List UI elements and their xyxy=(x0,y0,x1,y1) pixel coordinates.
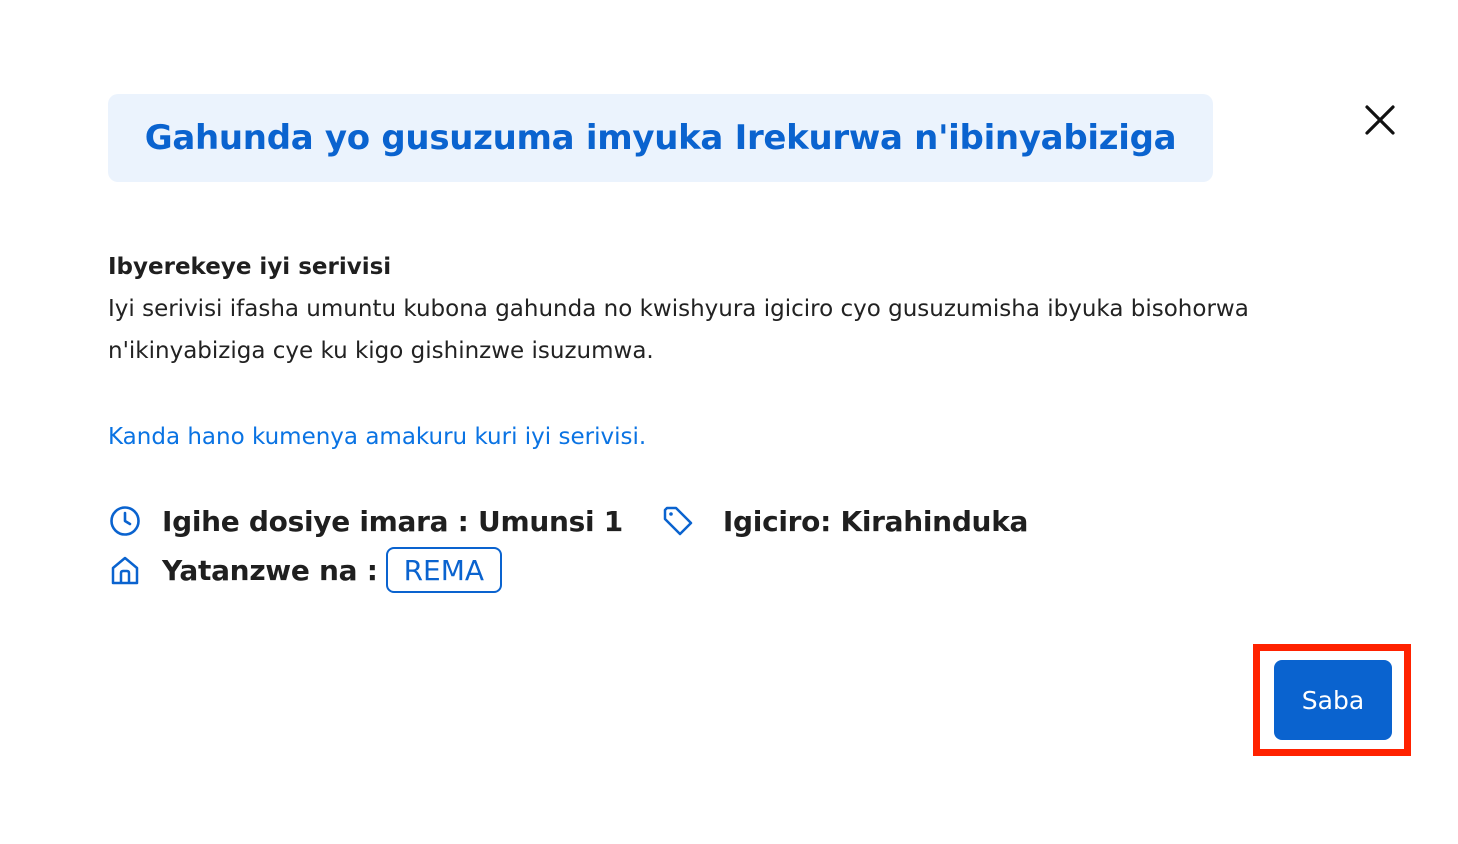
building-icon xyxy=(108,553,142,587)
agency-badge[interactable]: REMA xyxy=(385,547,503,593)
price-text: Igiciro: Kirahinduka xyxy=(722,504,1029,538)
modal-title: Gahunda yo gusuzuma imyuka Irekurwa n'ib… xyxy=(144,118,1177,158)
close-icon xyxy=(1365,105,1395,135)
more-info-link[interactable]: Kanda hano kumenya amakuru kuri iyi seri… xyxy=(108,424,646,450)
clock-icon xyxy=(108,504,142,538)
about-heading: Ibyerekeye iyi serivisi xyxy=(108,254,392,280)
duration-text: Igihe dosiye imara : Umunsi 1 xyxy=(162,504,623,538)
close-button[interactable] xyxy=(1356,96,1404,144)
service-modal: Gahunda yo gusuzuma imyuka Irekurwa n'ib… xyxy=(0,0,1458,844)
about-description: Iyi serivisi ifasha umuntu kubona gahund… xyxy=(108,296,1249,364)
title-banner: Gahunda yo gusuzuma imyuka Irekurwa n'ib… xyxy=(108,94,1213,182)
meta-row-duration-price: Igihe dosiye imara : Umunsi 1 Igiciro: K… xyxy=(108,500,1028,542)
apply-button[interactable]: Saba xyxy=(1274,660,1392,740)
meta-row-agency: Yatanzwe na : REMA xyxy=(108,547,503,593)
price-group: Igiciro: Kirahinduka xyxy=(661,504,1028,538)
agency-label: Yatanzwe na : xyxy=(162,553,378,587)
tag-icon xyxy=(661,504,695,538)
